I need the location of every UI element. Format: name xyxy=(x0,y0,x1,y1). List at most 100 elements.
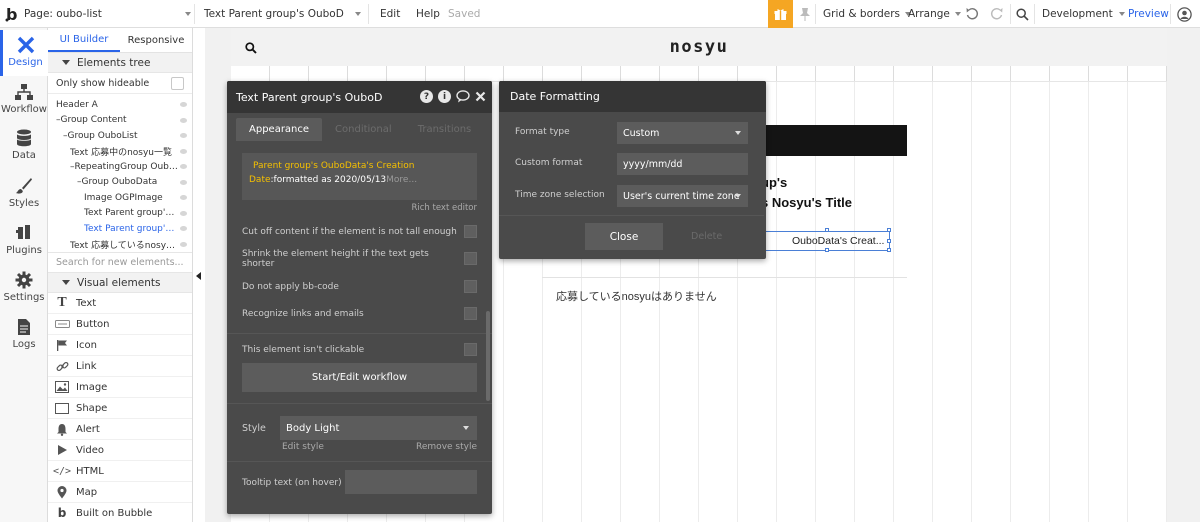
dynamic-expression-tail[interactable]: Date xyxy=(249,175,271,185)
element-selector-caret[interactable] xyxy=(355,0,361,28)
option-checkbox[interactable] xyxy=(464,280,477,293)
rail-item-plugins[interactable]: Plugins xyxy=(0,218,48,264)
eye-icon[interactable] xyxy=(180,179,187,185)
tree-item[interactable]: Text Parent group's ... xyxy=(48,221,192,237)
preview-button[interactable]: Preview xyxy=(1128,0,1169,28)
pin-button[interactable] xyxy=(799,0,811,28)
visual-element-button[interactable]: Button xyxy=(48,314,192,335)
property-editor-header[interactable]: Text Parent group's OuboD ? i xyxy=(227,81,492,113)
visual-element-built-on-bubble[interactable]: b Built on Bubble xyxy=(48,503,192,522)
delete-button[interactable]: Delete xyxy=(691,231,722,242)
tab-conditional[interactable]: Conditional xyxy=(322,118,405,141)
edit-menu[interactable]: Edit xyxy=(380,0,400,28)
visual-element-text[interactable]: T Text xyxy=(48,293,192,314)
eye-icon[interactable] xyxy=(180,210,187,216)
eye-icon[interactable] xyxy=(180,148,187,154)
visual-element-link[interactable]: Link xyxy=(48,356,192,377)
eye-icon[interactable] xyxy=(180,195,187,200)
option-checkbox[interactable] xyxy=(464,225,477,238)
tree-item[interactable]: –Group OuboList xyxy=(48,128,192,144)
close-icon[interactable] xyxy=(475,90,486,103)
tab-responsive[interactable]: Responsive xyxy=(120,28,192,52)
version-selector[interactable]: Development xyxy=(1042,0,1125,28)
black-bar[interactable] xyxy=(761,125,907,156)
eye-icon[interactable] xyxy=(180,102,187,107)
tab-ui-builder[interactable]: UI Builder xyxy=(48,28,120,52)
date-formatting-header[interactable]: Date Formatting xyxy=(499,81,766,112)
page-selector-caret[interactable] xyxy=(185,0,191,28)
visual-element-html[interactable]: </> HTML xyxy=(48,461,192,482)
search-button[interactable] xyxy=(1016,0,1029,28)
visual-element-icon[interactable]: Icon xyxy=(48,335,192,356)
remove-style-link[interactable]: Remove style xyxy=(416,442,477,452)
tree-item[interactable]: Image OGPImage xyxy=(48,190,192,206)
visual-element-shape[interactable]: Shape xyxy=(48,398,192,419)
tree-item[interactable]: Text 応募しているnosyu... xyxy=(48,237,192,253)
bubble-logo[interactable]: b xyxy=(4,0,20,28)
dynamic-expression[interactable]: Parent group's OuboData's Creation xyxy=(253,161,414,171)
element-selector[interactable]: Text Parent group's OuboD xyxy=(204,0,344,28)
rail-item-workflow[interactable]: Workflow xyxy=(0,77,48,123)
custom-format-input[interactable]: yyyy/mm/dd xyxy=(617,153,748,175)
tooltip-input[interactable] xyxy=(345,470,477,494)
scrollbar[interactable] xyxy=(486,311,490,401)
tab-appearance[interactable]: Appearance xyxy=(236,118,323,141)
eye-icon[interactable] xyxy=(180,226,187,231)
account-button[interactable] xyxy=(1177,0,1192,28)
tree-item[interactable]: –Group Content xyxy=(48,113,192,129)
undo-button[interactable] xyxy=(965,0,979,28)
resize-handle[interactable] xyxy=(887,228,891,232)
rail-item-styles[interactable]: Styles xyxy=(0,171,48,217)
style-dropdown[interactable]: Body Light xyxy=(280,416,477,440)
collapse-panel-arrow[interactable] xyxy=(196,272,201,280)
help-icon[interactable]: ? xyxy=(420,90,433,103)
redo-button[interactable] xyxy=(990,0,1004,28)
page-selector[interactable]: Page: oubo-list xyxy=(24,0,102,28)
more-link[interactable]: More... xyxy=(386,175,417,185)
visual-element-video[interactable]: Video xyxy=(48,440,192,461)
eye-icon[interactable] xyxy=(180,117,187,123)
only-hideable-checkbox[interactable] xyxy=(171,76,184,90)
option-checkbox[interactable] xyxy=(464,343,477,356)
timezone-dropdown[interactable]: User's current time zone xyxy=(617,185,748,207)
visual-elements-header[interactable]: Visual elements xyxy=(48,273,192,293)
resize-handle[interactable] xyxy=(887,239,891,243)
header-a[interactable]: nosyu xyxy=(231,28,1167,66)
resize-handle[interactable] xyxy=(825,248,829,252)
empty-message[interactable]: 応募しているnosyuはありません xyxy=(556,288,717,304)
elements-tree-header[interactable]: Elements tree xyxy=(48,53,192,73)
eye-icon[interactable] xyxy=(180,164,187,169)
grid-borders-menu[interactable]: Grid & borders xyxy=(823,0,912,28)
start-edit-workflow-button[interactable]: Start/Edit workflow xyxy=(242,363,477,392)
search-elements-input[interactable]: Search for new elements... xyxy=(48,252,192,273)
close-button[interactable]: Close xyxy=(585,223,663,250)
gift-button[interactable] xyxy=(768,0,793,28)
help-menu[interactable]: Help xyxy=(416,0,440,28)
rail-item-logs[interactable]: Logs xyxy=(0,312,48,358)
rail-item-design[interactable]: Design xyxy=(0,30,48,76)
rich-text-editor-link[interactable]: Rich text editor xyxy=(411,203,477,213)
tree-item[interactable]: Header A xyxy=(48,97,192,113)
arrange-menu[interactable]: Arrange xyxy=(908,0,961,28)
eye-icon[interactable] xyxy=(180,241,187,247)
tree-item[interactable]: –RepeatingGroup Oubo... xyxy=(48,159,192,175)
tree-item[interactable]: –Group OuboData xyxy=(48,175,192,191)
tab-transitions[interactable]: Transitions xyxy=(405,118,485,141)
rail-item-data[interactable]: Data xyxy=(0,124,48,170)
rail-item-settings[interactable]: Settings xyxy=(0,265,48,311)
edit-style-link[interactable]: Edit style xyxy=(282,442,324,452)
tree-item[interactable]: Text 応募中のnosyu一覧 xyxy=(48,144,192,160)
comment-icon[interactable] xyxy=(456,90,470,103)
eye-icon[interactable] xyxy=(180,133,187,138)
visual-element-image[interactable]: Image xyxy=(48,377,192,398)
option-checkbox[interactable] xyxy=(464,252,477,265)
resize-handle[interactable] xyxy=(825,228,829,232)
format-type-dropdown[interactable]: Custom xyxy=(617,122,748,144)
visual-element-alert[interactable]: Alert xyxy=(48,419,192,440)
group-title-line-2[interactable]: s Nosyu's Title xyxy=(761,195,852,210)
option-checkbox[interactable] xyxy=(464,307,477,320)
visual-element-map[interactable]: Map xyxy=(48,482,192,503)
tree-item[interactable]: Text Parent group's ... xyxy=(48,206,192,222)
format-operator[interactable]: :formatted as 2020/05/13 xyxy=(271,175,387,185)
info-icon[interactable]: i xyxy=(438,90,451,103)
